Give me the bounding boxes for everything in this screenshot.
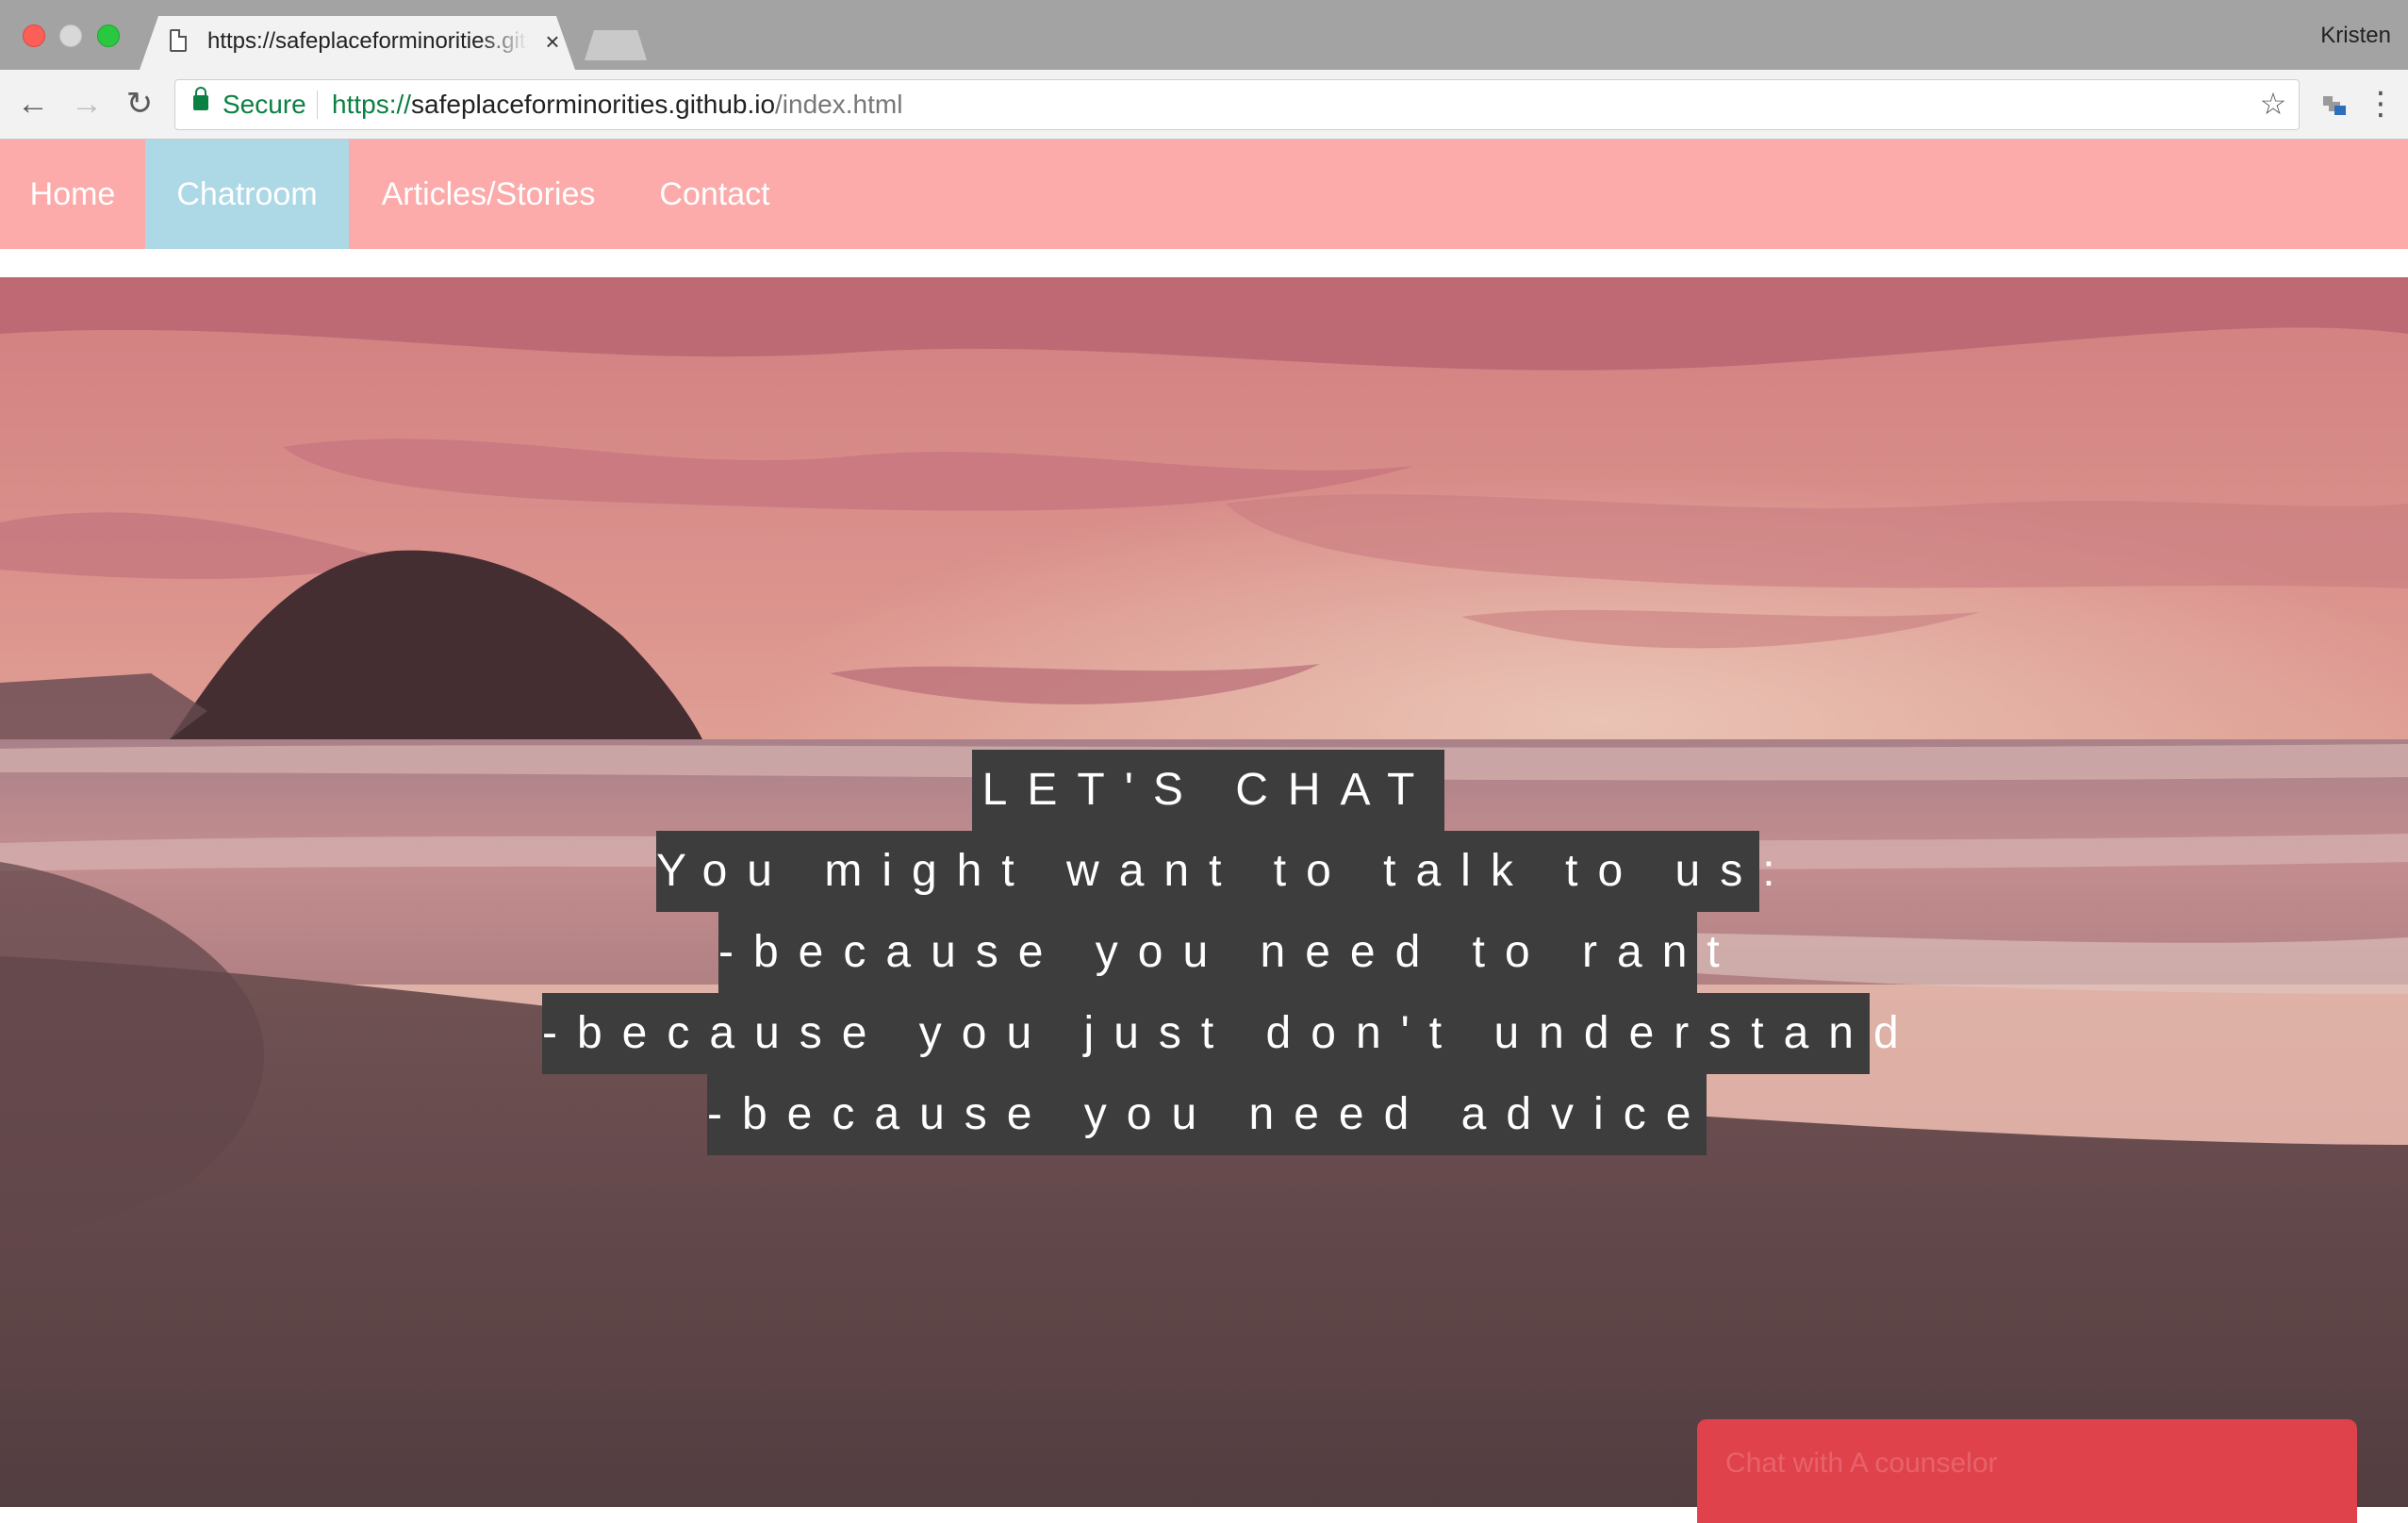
url-text[interactable]: https://safeplaceforminorities.github.io…	[332, 88, 902, 122]
kebab-menu-icon[interactable]: ⋮	[2365, 85, 2397, 123]
extension-icon[interactable]	[2319, 91, 2348, 117]
heading-lets-chat: LET'S CHAT	[972, 750, 1444, 831]
secure-label[interactable]: Secure	[223, 88, 306, 122]
tab-close-icon[interactable]: ×	[539, 26, 566, 57]
window-maximize-button[interactable]	[97, 25, 120, 47]
heading-reason-rant: -because you need to rant	[718, 912, 1720, 993]
tab-title[interactable]: https://safeplaceforminorities.github.io…	[207, 26, 528, 57]
nav-home[interactable]: Home	[0, 140, 145, 249]
omnibox-divider	[317, 91, 318, 119]
nav-chatroom[interactable]: Chatroom	[145, 140, 349, 249]
arrow-right-icon[interactable]: →	[70, 87, 104, 121]
nav-articles-stories[interactable]: Articles/Stories	[349, 140, 628, 249]
profile-name[interactable]: Kristen	[2320, 21, 2391, 51]
chat-widget-label[interactable]: Chat with A counselor	[1725, 1445, 1998, 1482]
window-minimize-button[interactable]	[59, 25, 82, 47]
url-host: safeplaceforminorities.github.io	[411, 90, 776, 119]
star-icon[interactable]: ☆	[2256, 87, 2290, 121]
heading-reason-advice: -because you need advice	[707, 1074, 1707, 1155]
arrow-left-icon[interactable]: ←	[16, 87, 50, 121]
file-icon	[170, 29, 187, 52]
lock-icon[interactable]	[193, 87, 208, 110]
window-close-button[interactable]	[23, 25, 45, 47]
new-tab-button[interactable]	[585, 30, 647, 60]
heading-intro-line: You might want to talk to us:	[656, 831, 1775, 912]
url-path: /index.html	[775, 90, 903, 119]
reload-icon[interactable]: ↻	[123, 87, 157, 121]
heading-reason-understand: -because you just don't understand	[542, 993, 1899, 1074]
url-scheme: https://	[332, 90, 412, 119]
nav-contact[interactable]: Contact	[628, 140, 801, 249]
